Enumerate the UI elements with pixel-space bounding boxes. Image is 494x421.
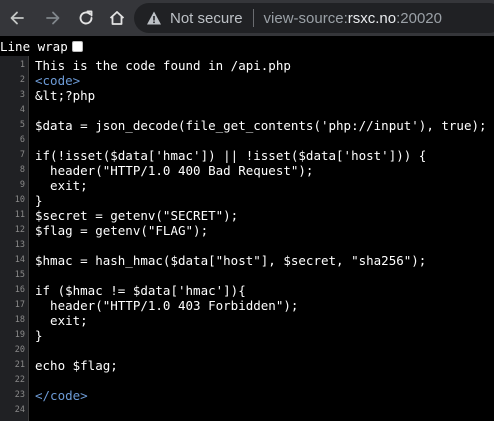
line-content: $hmac = hash_hmac($data["host"], $secret… [35,253,427,268]
source-line: 12 $flag = getenv("FLAG"); [0,223,494,238]
line-content: } [35,193,43,208]
source-line: 9 exit; [0,178,494,193]
source-line: 22 [0,373,494,388]
line-content: header("HTTP/1.0 400 Bad Request"); [35,163,314,178]
source-line: 15 [0,268,494,283]
reload-button[interactable] [73,5,99,31]
line-number: 1 [19,60,25,70]
address-bar[interactable]: Not secure view-source:rsxc.no:20020 [134,3,494,33]
line-number: 24 [14,405,25,415]
line-content: header("HTTP/1.0 403 Forbidden"); [35,298,299,313]
source-line: 10} [0,193,494,208]
line-number: 22 [14,375,25,385]
back-arrow-icon [10,11,24,25]
source-line: 7 if(!isset($data['hmac']) || !isset($dat… [0,148,494,163]
source-line: 5 $data = json_decode(file_get_contents('… [0,118,494,133]
line-number: 9 [19,180,25,190]
source-line: 4 [0,103,494,118]
source-line: 24 [0,403,494,418]
line-number: 17 [14,300,25,310]
line-number: 7 [19,150,25,160]
url-text[interactable]: view-source:rsxc.no:20020 [264,10,442,27]
source-line: 13 [0,238,494,253]
line-number: 6 [19,135,25,145]
line-wrap-bar: Line wrap [0,36,494,56]
line-number: 11 [14,210,25,220]
line-content: exit; [35,178,88,193]
line-number: 4 [19,105,25,115]
reload-icon [79,10,93,25]
source-line: 11 $secret = getenv("SECRET"); [0,208,494,223]
line-content: exit; [35,313,88,328]
line-content: $secret = getenv("SECRET"); [35,208,239,223]
url-scheme: view-source: [263,9,348,27]
line-number: 12 [14,225,25,235]
source-view: 1 This is the code found in /api.php 2 <cod… [0,56,494,421]
source-line: 16 if ($hmac != $data['hmac']){ [0,283,494,298]
line-number: 8 [19,165,25,175]
line-content: &lt;?php [35,88,96,103]
line-content: $data = json_decode(file_get_contents('p… [35,118,487,133]
source-line: 17 header("HTTP/1.0 403 Forbidden"); [0,298,494,313]
line-content: This is the code found in /api.php [35,58,291,73]
source-line: 3 &lt;?php [0,88,494,103]
line-content: <code> [35,73,81,88]
line-content: if ($hmac != $data['hmac']){ [35,283,246,298]
omnibox-divider [252,9,254,27]
line-number: 3 [19,90,25,100]
line-wrap-label: Line wrap [0,38,68,54]
forward-button[interactable] [40,5,66,31]
source-line: 19} [0,328,494,343]
back-button[interactable] [4,5,30,31]
source-line: 6 [0,133,494,148]
security-status[interactable]: Not secure [170,10,243,27]
line-number: 15 [14,270,25,280]
source-line: 2 <code> [0,73,494,88]
line-number: 18 [14,315,25,325]
source-line: 23 </code> [0,388,494,403]
line-number: 14 [14,255,25,265]
home-button[interactable] [104,5,130,31]
source-line: 20 [0,343,494,358]
source-line: 8 header("HTTP/1.0 400 Bad Request"); [0,163,494,178]
line-number: 23 [14,390,25,400]
home-icon [109,11,125,25]
line-number: 10 [14,195,25,205]
line-number: 19 [14,330,25,340]
url-port: :20020 [396,9,442,27]
warning-triangle-icon[interactable] [146,10,162,26]
line-number: 5 [19,120,25,130]
line-content: $flag = getenv("FLAG"); [35,223,209,238]
line-content: echo $flag; [35,358,118,373]
line-content: if(!isset($data['hmac']) || !isset($data… [35,148,427,163]
line-number: 20 [14,345,25,355]
url-host: rsxc.no [347,9,397,27]
line-wrap-checkbox[interactable] [71,40,83,52]
line-number: 21 [14,360,25,370]
line-content: </code> [35,388,88,403]
source-line: 1 This is the code found in /api.php [0,58,494,73]
source-line: 14 $hmac = hash_hmac($data["host"], $secr… [0,253,494,268]
line-content: } [35,328,43,343]
source-line: 21 echo $flag; [0,358,494,373]
line-number: 13 [14,240,25,250]
line-number: 2 [19,75,25,85]
browser-toolbar: Not secure view-source:rsxc.no:20020 [0,0,494,36]
source-line: 18 exit; [0,313,494,328]
line-number: 16 [14,285,25,295]
forward-arrow-icon [46,11,60,25]
